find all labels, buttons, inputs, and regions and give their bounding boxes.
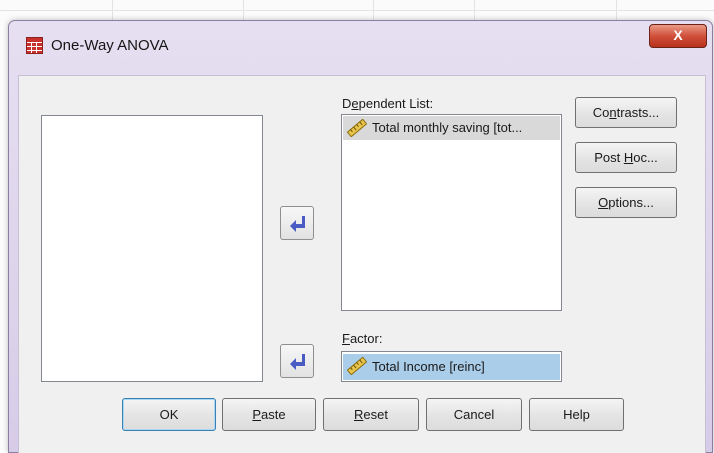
options-button[interactable]: Options... xyxy=(575,187,677,218)
table-grid-icon xyxy=(26,37,43,54)
close-button[interactable]: X xyxy=(649,24,707,48)
factor-variable-name: Total Income [reinc] xyxy=(372,359,485,374)
source-variable-list[interactable] xyxy=(41,115,263,382)
ok-button[interactable]: OK xyxy=(122,398,216,431)
arrow-left-icon xyxy=(290,216,305,232)
arrow-left-icon xyxy=(290,354,305,370)
dialog-body: Dependent List: Total monthly saving [to… xyxy=(18,75,706,453)
paste-button[interactable]: Paste xyxy=(222,398,316,431)
reset-button[interactable]: Reset xyxy=(323,398,419,431)
dialog-title: One-Way ANOVA xyxy=(51,37,169,54)
factor-field[interactable]: Total Income [reinc] xyxy=(341,351,562,382)
move-to-factor-button[interactable] xyxy=(280,344,314,378)
list-item[interactable]: Total Income [reinc] xyxy=(343,354,560,380)
contrasts-button[interactable]: Contrasts... xyxy=(575,97,677,128)
dependent-variable-name: Total monthly saving [tot... xyxy=(372,120,523,135)
factor-label: Factor: xyxy=(342,331,383,346)
ruler-icon xyxy=(347,119,367,137)
ruler-icon xyxy=(347,357,367,375)
dependent-list-label: Dependent List: xyxy=(342,96,434,111)
post-hoc-button[interactable]: Post Hoc... xyxy=(575,142,677,173)
title-bar[interactable]: One-Way ANOVA X xyxy=(9,21,712,73)
list-item[interactable]: Total monthly saving [tot... xyxy=(343,116,560,140)
move-to-dependent-button[interactable] xyxy=(280,206,314,240)
dependent-list[interactable]: Total monthly saving [tot... xyxy=(341,114,562,311)
help-button[interactable]: Help xyxy=(529,398,624,431)
sheet-gridline xyxy=(0,10,714,11)
one-way-anova-dialog: One-Way ANOVA X Dependent List: Total mo… xyxy=(8,20,713,453)
cancel-button[interactable]: Cancel xyxy=(426,398,522,431)
